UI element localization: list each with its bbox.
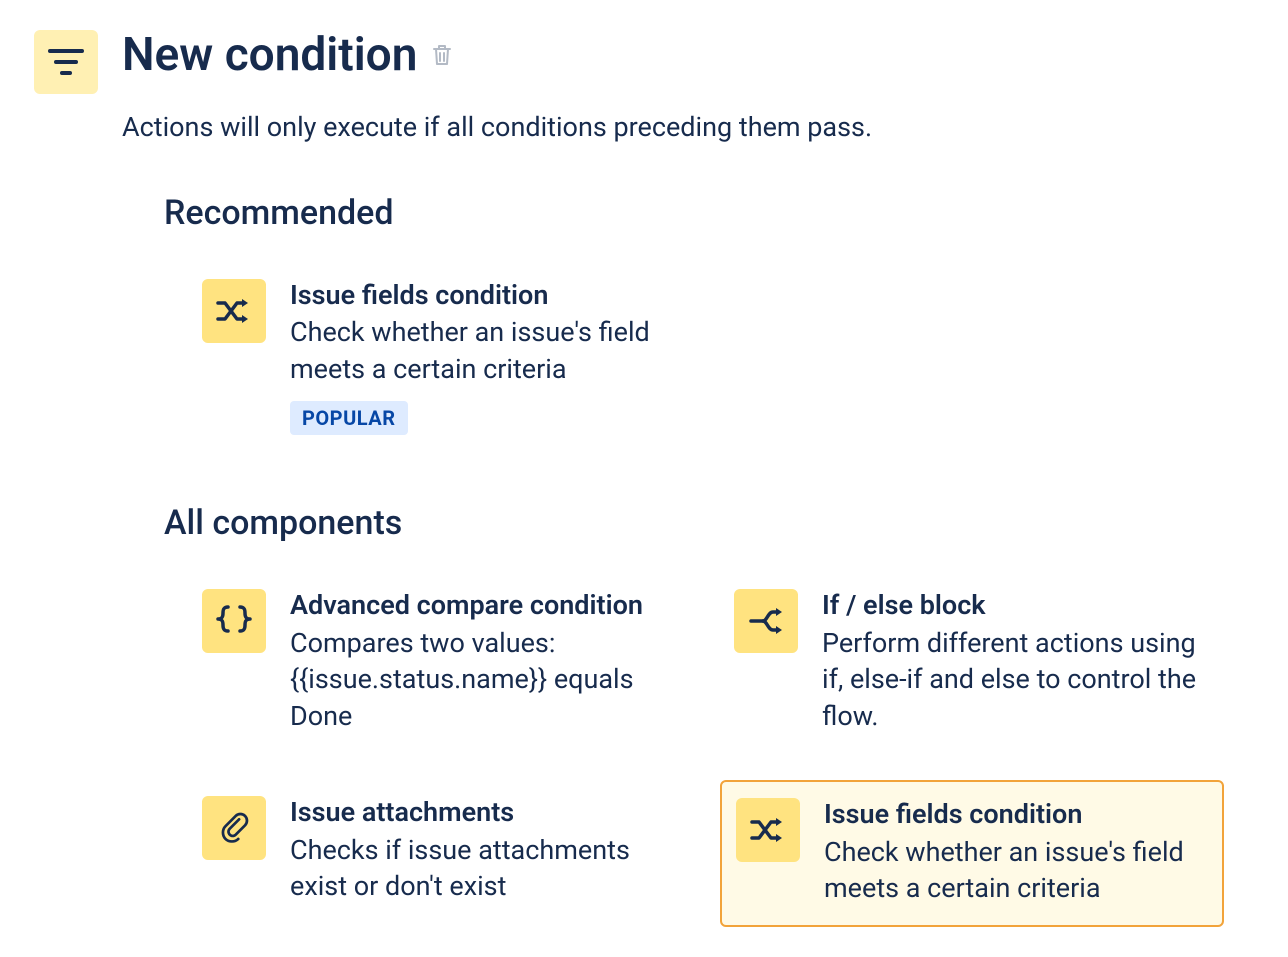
- recommended-section: Recommended Issue fields condition Check…: [164, 193, 1224, 454]
- card-issue-fields-recommended[interactable]: Issue fields condition Check whether an …: [188, 263, 668, 454]
- page-title: New condition: [122, 30, 417, 81]
- shuffle-icon: [202, 279, 266, 343]
- braces-icon: [202, 589, 266, 653]
- card-advanced-compare[interactable]: Advanced compare condition Compares two …: [188, 573, 692, 752]
- card-issue-fields-condition[interactable]: Issue fields condition Check whether an …: [720, 780, 1224, 927]
- card-if-else-block[interactable]: If / else block Perform different action…: [720, 573, 1224, 752]
- paperclip-icon: [202, 796, 266, 860]
- card-title: Issue fields condition: [290, 279, 650, 313]
- trash-icon: [431, 43, 453, 67]
- popular-badge: POPULAR: [290, 401, 408, 435]
- card-issue-attachments[interactable]: Issue attachments Checks if issue attach…: [188, 780, 692, 927]
- page-header: New condition Actions will only execute …: [34, 30, 1258, 143]
- all-components-heading: All components: [164, 503, 1224, 543]
- card-description: Checks if issue attachments exist or don…: [290, 832, 674, 905]
- card-description: Compares two values: {{issue.status.name…: [290, 625, 674, 734]
- page-subtitle: Actions will only execute if all conditi…: [122, 111, 1258, 143]
- card-title: Issue attachments: [290, 796, 674, 830]
- card-title: Advanced compare condition: [290, 589, 674, 623]
- all-components-section: All components Advanced compare conditio…: [164, 503, 1224, 927]
- card-description: Check whether an issue's field meets a c…: [824, 834, 1204, 907]
- recommended-heading: Recommended: [164, 193, 1224, 233]
- card-description: Check whether an issue's field meets a c…: [290, 314, 650, 387]
- condition-filter-icon: [34, 30, 98, 94]
- delete-button[interactable]: [431, 43, 453, 67]
- card-title: If / else block: [822, 589, 1206, 623]
- card-title: Issue fields condition: [824, 798, 1204, 832]
- branch-icon: [734, 589, 798, 653]
- shuffle-icon: [736, 798, 800, 862]
- card-description: Perform different actions using if, else…: [822, 625, 1206, 734]
